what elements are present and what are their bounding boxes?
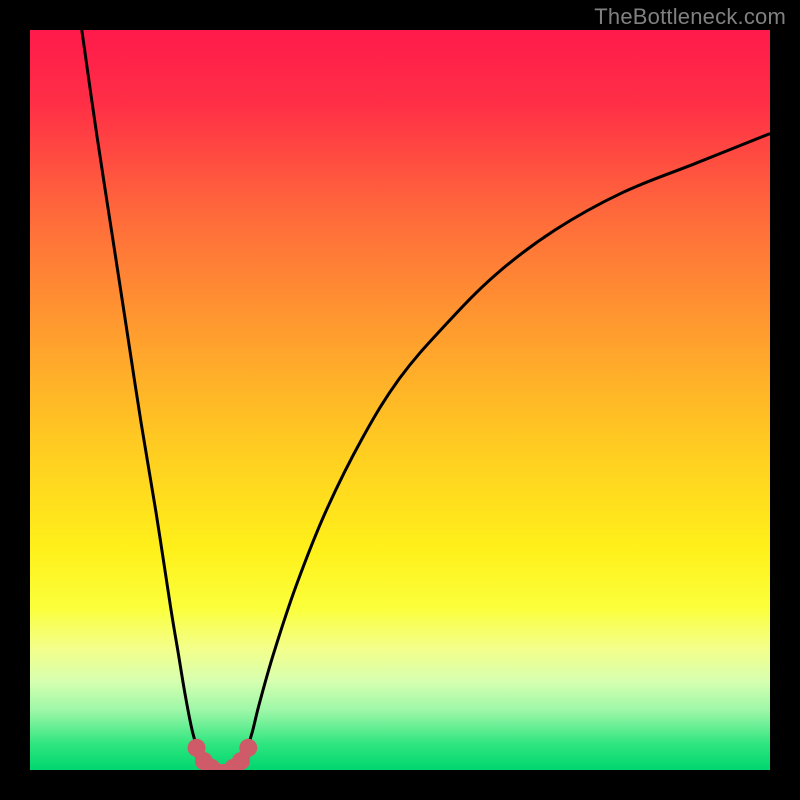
curves-layer xyxy=(30,30,770,770)
curve-right-branch xyxy=(237,134,770,770)
watermark-text: TheBottleneck.com xyxy=(594,4,786,30)
trough-marker xyxy=(239,739,257,757)
plot-area xyxy=(30,30,770,770)
curve-left-branch xyxy=(82,30,208,770)
outer-frame: TheBottleneck.com xyxy=(0,0,800,800)
